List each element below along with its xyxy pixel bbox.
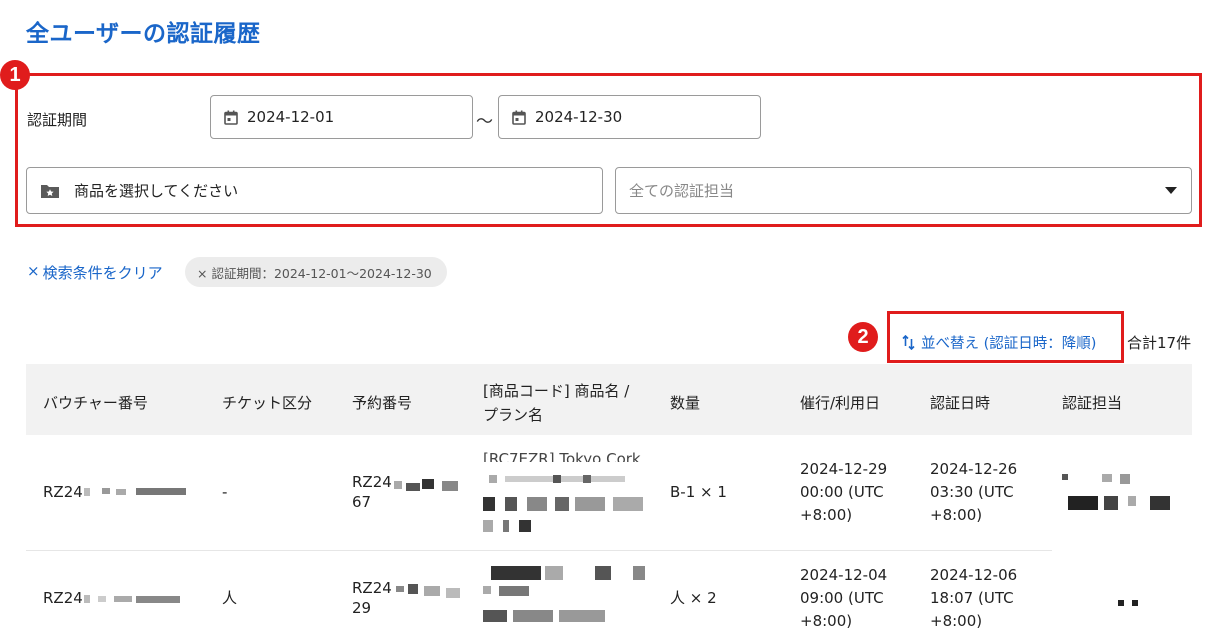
header-product-line1: [商品コード] 商品名 / xyxy=(483,382,630,400)
caret-down-icon xyxy=(1165,187,1177,194)
date-from-value: 2024-12-01 xyxy=(247,108,335,126)
date-to-field[interactable]: 2024-12-30 xyxy=(498,95,761,139)
row1-reservation-line2: 67 xyxy=(352,493,372,511)
calendar-icon xyxy=(512,110,526,125)
row1-product: [RC7EZR] Tokyo Cork xyxy=(483,450,641,462)
sort-label: 並べ替え (認証日時：降順) xyxy=(921,336,1097,352)
period-label: 認証期間 xyxy=(27,111,88,129)
header-voucher: バウチャー番号 xyxy=(43,394,148,412)
row2-ticket-type: 人 xyxy=(222,589,238,607)
folder-star-icon xyxy=(41,184,59,198)
row1-auth-date-line2: 03:30 (UTC xyxy=(930,483,1014,501)
page-title: 全ユーザーの認証履歴 xyxy=(26,21,261,47)
staff-select[interactable]: 全ての認証担当 xyxy=(615,167,1192,214)
row2-voucher: RZ24 xyxy=(43,589,83,607)
row2-use-date-line1: 2024-12-04 xyxy=(800,566,888,584)
clear-filters-label: 検索条件をクリア xyxy=(42,264,163,282)
row2-quantity: 人 × 2 xyxy=(670,589,717,607)
row1-voucher: RZ24 xyxy=(43,483,83,501)
date-to-value: 2024-12-30 xyxy=(535,108,623,126)
row-divider xyxy=(26,550,1052,551)
calendar-icon xyxy=(224,110,238,125)
header-ticket-type: チケット区分 xyxy=(222,394,313,412)
product-select[interactable]: 商品を選択してください xyxy=(26,167,603,214)
header-auth-staff: 認証担当 xyxy=(1062,394,1123,412)
header-reservation: 予約番号 xyxy=(352,394,413,412)
header-auth-date: 認証日時 xyxy=(930,394,991,412)
sort-button[interactable]: 並べ替え (認証日時：降順) xyxy=(902,332,1096,353)
row2-use-date-line3: +8:00) xyxy=(800,612,853,630)
date-from-field[interactable]: 2024-12-01 xyxy=(210,95,473,139)
filter-chip-period[interactable]: × 認証期間：2024-12-01～2024-12-30 xyxy=(185,257,447,287)
filter-chip-label: × 認証期間：2024-12-01～2024-12-30 xyxy=(197,265,432,281)
row2-auth-date-line2: 18:07 (UTC xyxy=(930,589,1014,607)
header-use-date: 催行/利用日 xyxy=(800,394,881,412)
row1-use-date-line1: 2024-12-29 xyxy=(800,460,888,478)
row1-quantity: B-1 × 1 xyxy=(670,483,727,501)
product-placeholder: 商品を選択してください xyxy=(74,182,239,200)
row1-use-date-line3: +8:00) xyxy=(800,506,853,524)
row2-use-date-line2: 09:00 (UTC xyxy=(800,589,884,607)
row2-auth-date-line1: 2024-12-06 xyxy=(930,566,1018,584)
row1-ticket-type: - xyxy=(222,483,228,501)
row2-reservation-line2: 29 xyxy=(352,599,372,617)
row1-auth-date-line3: +8:00) xyxy=(930,506,983,524)
sort-arrows-icon xyxy=(902,335,915,350)
annotation-badge-2: 2 xyxy=(848,322,878,352)
annotation-badge-1: 1 xyxy=(0,60,30,90)
row1-auth-date-line1: 2024-12-26 xyxy=(930,460,1018,478)
row2-auth-date-line3: +8:00) xyxy=(930,612,983,630)
header-quantity: 数量 xyxy=(670,394,701,412)
row1-use-date-line2: 00:00 (UTC xyxy=(800,483,884,501)
clear-filters-link[interactable]: × 検索条件をクリア xyxy=(27,262,163,283)
staff-placeholder: 全ての認証担当 xyxy=(629,182,735,200)
date-range-separator: ～ xyxy=(476,112,493,132)
clear-icon: × xyxy=(27,262,40,280)
header-product-line2: プラン名 xyxy=(483,406,544,424)
total-count: 合計17件 xyxy=(1127,334,1192,352)
